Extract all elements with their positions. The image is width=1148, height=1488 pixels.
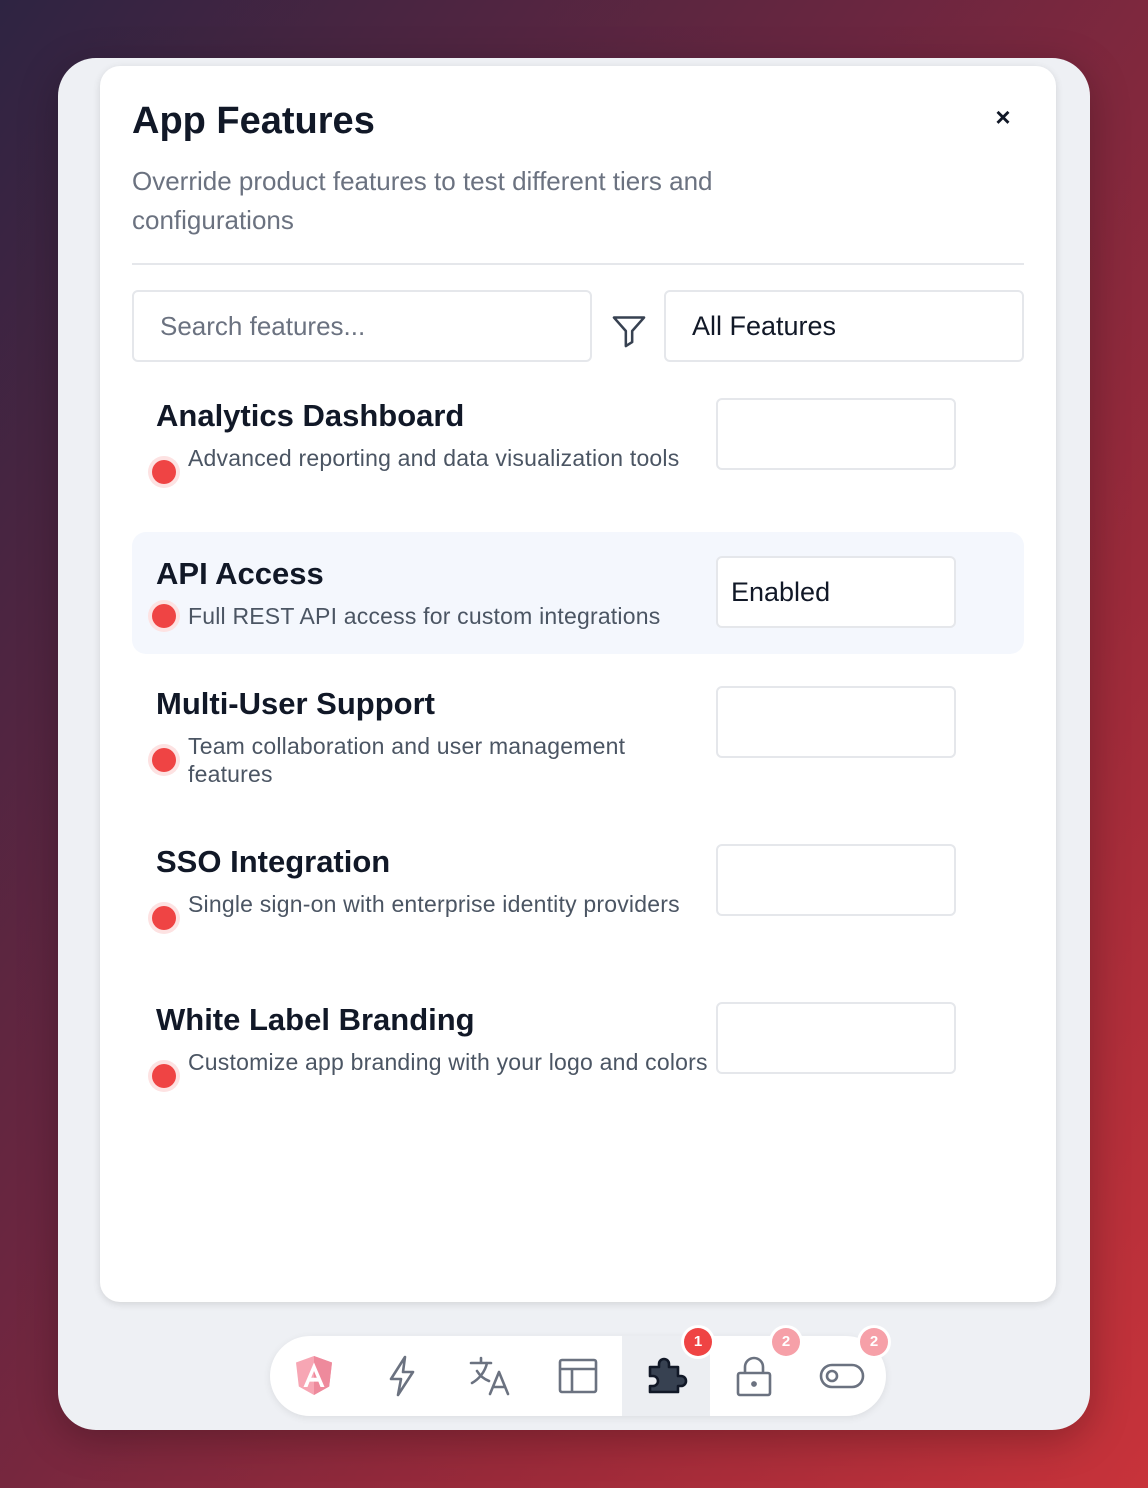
feature-name: Analytics Dashboard: [156, 398, 465, 433]
search-input[interactable]: [132, 290, 592, 362]
notification-badge: 2: [860, 1328, 888, 1356]
feature-description: Team collaboration and user management f…: [188, 733, 626, 787]
feature-state-select[interactable]: [716, 686, 956, 758]
feature-name: White Label Branding: [156, 1002, 475, 1037]
lock-icon: [736, 1356, 772, 1397]
feature-description: Single sign-on with enterprise identity …: [188, 891, 680, 917]
puzzle-icon: [648, 1357, 688, 1394]
feature-row: White Label Branding Customize app brand…: [132, 992, 1024, 1110]
app-features-panel: App Features × Override product features…: [100, 66, 1056, 1302]
devtools-window: App Features × Override product features…: [58, 58, 1090, 1430]
feature-row: API Access Full REST API access for cust…: [132, 532, 1024, 654]
notification-badge: 2: [772, 1328, 800, 1356]
feature-name: SSO Integration: [156, 844, 391, 879]
feature-state-select[interactable]: [716, 844, 956, 916]
filter-icon[interactable]: [610, 312, 648, 350]
feature-description: Customize app branding with your logo an…: [188, 1049, 708, 1075]
lightning-icon: [389, 1355, 415, 1397]
feature-description: Full REST API access for custom integrat…: [188, 603, 661, 629]
feature-state-select[interactable]: Enabled: [716, 556, 956, 628]
dock-item-translations[interactable]: [446, 1336, 534, 1416]
translate-icon: [469, 1356, 510, 1396]
devtools-dock: 1 2 2: [270, 1328, 888, 1416]
status-dot: [152, 906, 176, 930]
close-button[interactable]: ×: [988, 102, 1018, 132]
angular-logo-icon: [296, 1356, 332, 1395]
divider: [132, 263, 1024, 265]
notification-badge: 1: [684, 1328, 712, 1356]
feature-row: Analytics Dashboard Advanced reporting a…: [132, 388, 1024, 506]
panel-title: App Features: [132, 100, 375, 142]
feature-state-select[interactable]: [716, 398, 956, 470]
feature-state-select[interactable]: [716, 1002, 956, 1074]
feature-filter-select[interactable]: All Features: [664, 290, 1024, 362]
status-dot: [152, 604, 176, 628]
layout-icon: [558, 1358, 598, 1394]
feature-name: API Access: [156, 556, 324, 591]
dock-item-performance[interactable]: [358, 1336, 446, 1416]
toggle-icon: [819, 1363, 865, 1389]
panel-subtitle: Override product features to test differ…: [132, 166, 713, 235]
feature-name: Multi-User Support: [156, 686, 435, 721]
feature-row: SSO Integration Single sign-on with ente…: [132, 834, 1024, 952]
status-dot: [152, 748, 176, 772]
status-dot: [152, 460, 176, 484]
feature-description: Advanced reporting and data visualizatio…: [188, 445, 680, 471]
feature-row: Multi-User Support Team collaboration an…: [132, 676, 1024, 794]
dock-item-angular[interactable]: [270, 1336, 358, 1416]
dock-item-layout[interactable]: [534, 1336, 622, 1416]
status-dot: [152, 1064, 176, 1088]
